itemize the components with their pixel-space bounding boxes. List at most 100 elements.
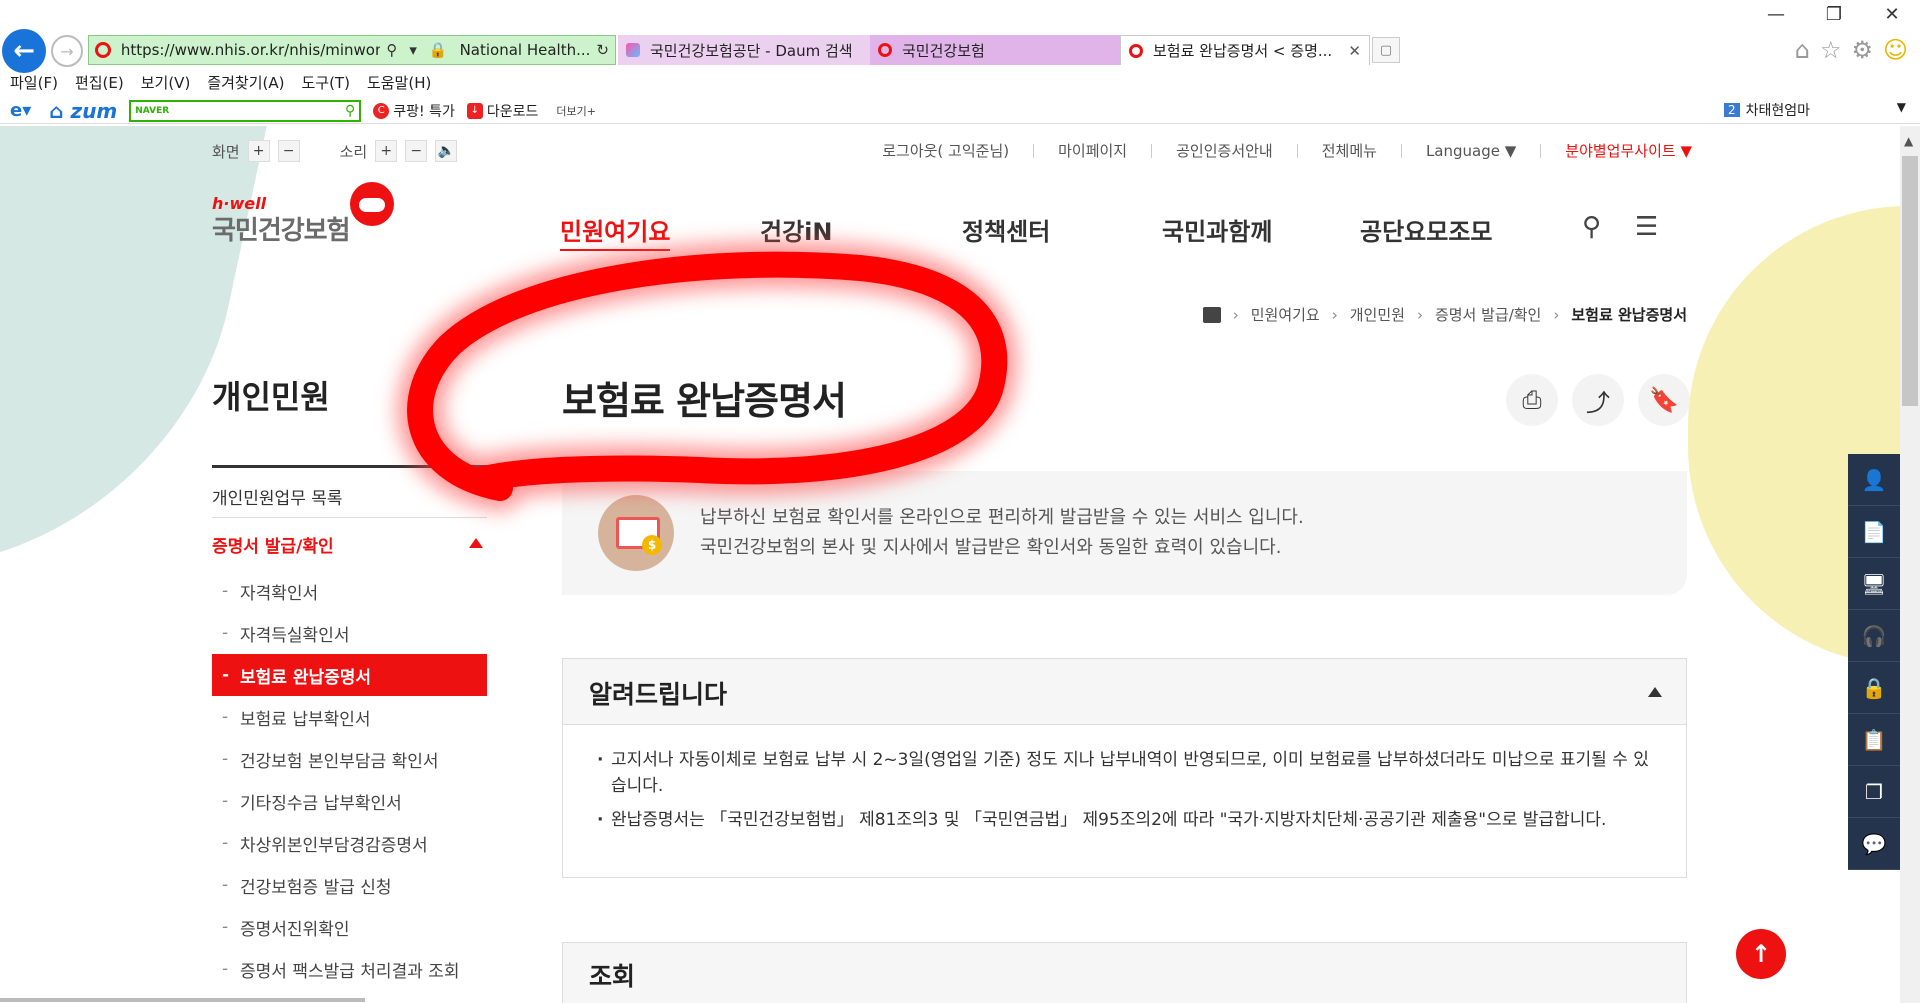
tab-nhis-home[interactable]: 국민건강보험 (870, 35, 1120, 65)
vertical-scrollbar[interactable]: ▲ (1900, 126, 1920, 1003)
window-controls: — ❐ ✕ (1766, 4, 1902, 25)
gnb-about[interactable]: 공단요모조모 (1360, 212, 1492, 247)
lnb-sub-item[interactable]: 보험료 납부확인서 (212, 696, 487, 738)
tab-close-icon[interactable]: ✕ (1348, 42, 1361, 60)
side-nav: 개인민원업무 목록 증명서 발급/확인 자격확인서 자격득실확인서 보험료 완납… (212, 476, 487, 990)
volume-down-button[interactable]: − (405, 140, 428, 162)
new-tab-button[interactable]: ▢ (1372, 37, 1400, 63)
mypage-link[interactable]: 마이페이지 (1058, 140, 1127, 161)
lnb-sub-item[interactable]: 증명서진위확인 (212, 906, 487, 948)
settings-gear-icon[interactable]: ⚙ (1851, 36, 1873, 64)
forward-button[interactable]: → (51, 35, 83, 67)
nhis-logo[interactable]: h·well 국민건강보험 (212, 182, 402, 254)
lnb-sub-item[interactable]: 증명서 팩스발급 처리결과 조회 (212, 948, 487, 990)
favorites-star-icon[interactable]: ☆ (1820, 36, 1842, 64)
notice-accordion-header[interactable]: 알려드립니다 (563, 659, 1686, 725)
person-icon[interactable]: 👤 (1848, 454, 1900, 506)
lock-icon[interactable]: 🔒 (1848, 662, 1900, 714)
business-sites-dropdown[interactable]: 분야별업무사이트 ▼ (1565, 140, 1692, 161)
download-label: 다운로드 (486, 103, 539, 120)
minimize-button[interactable]: — (1766, 4, 1786, 25)
lock-icon: 🔒 (428, 41, 448, 59)
close-window-button[interactable]: ✕ (1882, 4, 1902, 25)
print-button[interactable]: ⎙ (1506, 374, 1558, 426)
language-dropdown[interactable]: Language ▼ (1426, 142, 1516, 160)
lnb-category-certificates[interactable]: 증명서 발급/확인 (212, 518, 487, 570)
menu-edit[interactable]: 편집(E) (75, 72, 124, 93)
new-tab-icon: ▢ (1379, 42, 1393, 58)
site-identity[interactable]: National Health... (460, 41, 591, 59)
gnb-minwon[interactable]: 민원여기요 (560, 212, 671, 251)
feedback-smiley-icon[interactable]: ☺ (1883, 36, 1908, 64)
gnb-health-in[interactable]: 건강iN (760, 212, 832, 247)
page-tools: ⎙ ⤴ 🔖 (1506, 374, 1690, 426)
page-viewport: 화면 + − 소리 + − 🔈 로그아웃( 고익준님) 마이페이지 공인인증서안… (0, 126, 1900, 1003)
zoom-out-button[interactable]: − (277, 140, 300, 162)
address-url[interactable]: https://www.nhis.or.kr/nhis/minwon/jpAeb… (121, 41, 381, 59)
restore-button[interactable]: ❐ (1824, 4, 1844, 25)
share-button[interactable]: ⤴ (1572, 374, 1624, 426)
favbar-chevron-icon[interactable]: ▼ (1897, 100, 1906, 114)
breadcrumb-item[interactable]: 증명서 발급/확인 (1435, 304, 1541, 325)
bookmark-button[interactable]: 🔖 (1638, 374, 1690, 426)
doc-list-icon[interactable]: 📋 (1848, 714, 1900, 766)
lnb-sub-item-active[interactable]: 보험료 완납증명서 (212, 654, 487, 696)
gnb-policy-center[interactable]: 정책센터 (962, 212, 1050, 247)
home-icon[interactable]: ⌂ (1795, 36, 1810, 64)
all-menu-link[interactable]: 전체메뉴 (1322, 140, 1377, 161)
zoom-in-button[interactable]: + (247, 140, 270, 162)
lnb-sub-item[interactable]: 기타징수금 납부확인서 (212, 780, 487, 822)
breadcrumb-item[interactable]: 민원여기요 (1251, 304, 1320, 325)
certificate-guide-link[interactable]: 공인인증서안내 (1176, 140, 1273, 161)
speaker-icon[interactable]: 🔈 (435, 140, 458, 162)
lnb-sub-item[interactable]: 건강보험증 발급 신청 (212, 864, 487, 906)
tab-daum-search[interactable]: 국민건강보험공단 - Daum 검색 (618, 35, 870, 65)
chevron-right-icon: › (1232, 305, 1239, 324)
scrollbar-thumb[interactable] (1902, 156, 1918, 406)
naver-search-icon[interactable]: ⚲ (345, 103, 355, 119)
arrow-left-icon: ← (13, 36, 35, 66)
search-icon[interactable]: ⚲ (1582, 212, 1601, 242)
address-bar[interactable]: https://www.nhis.or.kr/nhis/minwon/jpAeb… (88, 35, 616, 65)
collapse-arrow-icon (469, 538, 483, 548)
refresh-icon[interactable]: ↻ (596, 41, 609, 59)
menu-view[interactable]: 보기(V) (141, 72, 191, 93)
ie-logo-icon[interactable]: e▾ (10, 100, 31, 121)
download-link[interactable]: ↓ 다운로드 (466, 101, 539, 121)
chat-icon[interactable]: 💬 (1848, 818, 1900, 870)
logout-link[interactable]: 로그아웃( 고익준님) (882, 140, 1009, 161)
lnb-sub-item[interactable]: 건강보험 본인부담금 확인서 (212, 738, 487, 780)
naver-search-box[interactable]: NAVER ⚲ (129, 99, 362, 122)
gnb-with-citizens[interactable]: 국민과함께 (1162, 212, 1272, 247)
volume-up-button[interactable]: + (375, 140, 398, 162)
menu-tools[interactable]: 도구(T) (301, 72, 349, 93)
menu-help[interactable]: 도움말(H) (367, 72, 431, 93)
address-dropdown-icon[interactable]: ▾ (409, 41, 417, 59)
lnb-sub-item[interactable]: 차상위본인부담경감증명서 (212, 822, 487, 864)
search-icon[interactable]: ⚲ (386, 41, 397, 59)
hamburger-menu-icon[interactable]: ☰ (1635, 212, 1658, 242)
menu-file[interactable]: 파일(F) (10, 72, 58, 93)
favbar-more-link[interactable]: 더보기+ (556, 103, 596, 119)
breadcrumb-item[interactable]: 개인민원 (1350, 304, 1405, 325)
headset-icon[interactable]: 🎧 (1848, 610, 1900, 662)
horizontal-scrollbar[interactable] (0, 998, 365, 1002)
document-icon[interactable]: 📄 (1848, 506, 1900, 558)
notice-title: 알려드립니다 (589, 680, 728, 709)
back-button[interactable]: ← (2, 29, 46, 73)
coupang-link[interactable]: C 쿠팡! 특가 (373, 101, 455, 121)
tab-active-certificate[interactable]: 보험료 완납증명서 < 증명... ✕ (1120, 35, 1370, 65)
zum-link[interactable]: ⌂ zum (49, 99, 117, 123)
download-icon: ↓ (466, 102, 483, 119)
scroll-to-top-button[interactable]: ↑ (1736, 929, 1786, 979)
copy-icon[interactable]: ❐ (1848, 766, 1900, 818)
menu-favorites[interactable]: 즐겨찾기(A) (207, 72, 284, 93)
home-icon[interactable] (1202, 306, 1221, 323)
lnb-sub-item[interactable]: 자격득실확인서 (212, 612, 487, 654)
monitor-icon[interactable]: 🖥 (1848, 558, 1900, 610)
lnb-item-list[interactable]: 개인민원업무 목록 (212, 476, 487, 518)
lnb-sub-item[interactable]: 자격확인서 (212, 570, 487, 612)
browser-chrome: — ❐ ✕ ← → https://www.nhis.or.kr/nhis/mi… (0, 0, 1920, 126)
favbar-user-item[interactable]: 2 차태현엄마 (1723, 100, 1810, 120)
scroll-up-icon[interactable]: ▲ (1904, 134, 1913, 148)
